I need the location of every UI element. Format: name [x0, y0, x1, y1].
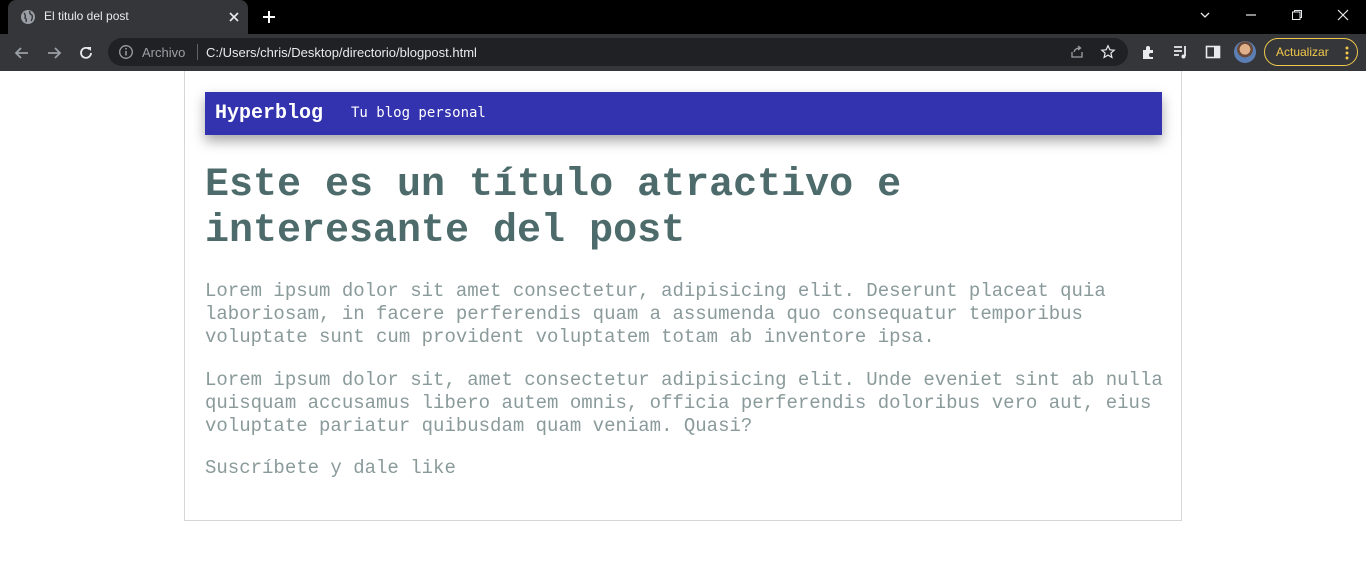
arrow-left-icon [14, 47, 28, 59]
tab-search-button[interactable] [1182, 0, 1228, 30]
forward-button[interactable] [42, 41, 66, 65]
reload-icon [80, 46, 92, 59]
site-tagline: Tu blog personal [351, 105, 486, 121]
close-icon[interactable] [226, 9, 242, 25]
blog-page: Hyperblog Tu blog personal Este es un tí… [184, 71, 1182, 521]
browser-tab[interactable]: El titulo del post [8, 0, 248, 34]
close-icon [1337, 9, 1349, 21]
minimize-icon [1246, 14, 1256, 16]
back-button[interactable] [10, 41, 34, 65]
avatar[interactable] [1234, 41, 1256, 63]
post-title: Este es un título atractivo e interesant… [205, 163, 902, 254]
more-vert-icon[interactable] [1341, 45, 1353, 61]
post-paragraph: Lorem ipsum dolor sit, amet consectetur … [205, 369, 1163, 437]
tab-title: El titulo del post [44, 9, 129, 23]
media-playlist-icon[interactable] [1172, 43, 1190, 61]
post-paragraph: Lorem ipsum dolor sit amet consectetur, … [205, 280, 1106, 348]
star-icon[interactable] [1100, 44, 1116, 60]
restore-icon [1292, 10, 1302, 20]
share-icon[interactable] [1069, 44, 1085, 60]
reload-button[interactable] [74, 41, 98, 65]
scheme-label: Archivo [142, 45, 186, 60]
tab-strip: El titulo del post [0, 0, 1366, 34]
globe-icon [20, 9, 36, 25]
divider [197, 44, 198, 60]
restore-button[interactable] [1274, 0, 1320, 30]
window-close-button[interactable] [1320, 0, 1366, 30]
side-panel-icon[interactable] [1204, 43, 1222, 61]
extensions-icon[interactable] [1140, 43, 1158, 61]
info-icon[interactable] [118, 44, 134, 60]
url-text[interactable]: C:/Users/chris/Desktop/directorio/blogpo… [206, 45, 477, 60]
minimize-button[interactable] [1228, 0, 1274, 30]
arrow-right-icon [48, 47, 62, 59]
update-button[interactable]: Actualizar [1264, 38, 1358, 66]
browser-toolbar: Archivo C:/Users/chris/Desktop/directori… [0, 34, 1366, 71]
update-button-label: Actualizar [1276, 45, 1329, 59]
site-header: Hyperblog Tu blog personal [205, 92, 1162, 135]
chevron-down-icon [1200, 12, 1210, 18]
site-name[interactable]: Hyperblog [215, 102, 323, 125]
new-tab-button[interactable] [260, 8, 278, 26]
post-paragraph: Suscríbete y dale like [205, 457, 456, 479]
address-bar[interactable]: Archivo C:/Users/chris/Desktop/directori… [108, 38, 1128, 66]
